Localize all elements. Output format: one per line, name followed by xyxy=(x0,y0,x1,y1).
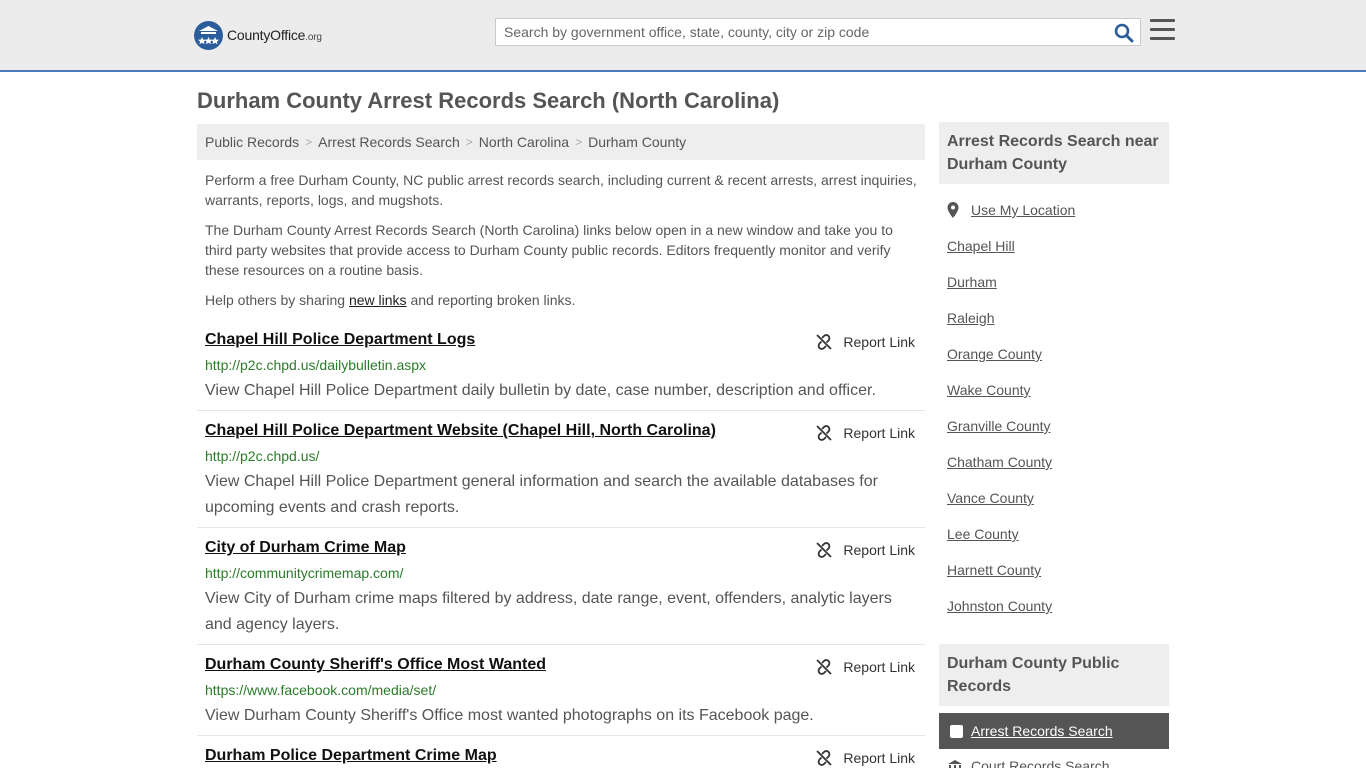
logo-icon xyxy=(194,20,223,50)
broken-link-icon xyxy=(816,659,833,675)
sidebar-item-arrest-records-search[interactable]: Arrest Records Search xyxy=(939,713,1169,749)
hamburger-menu-icon[interactable] xyxy=(1150,19,1175,42)
result-title-link[interactable]: Chapel Hill Police Department Logs xyxy=(205,331,475,349)
result-title-link[interactable]: City of Durham Crime Map xyxy=(205,539,406,557)
nearby-link-durham[interactable]: Durham xyxy=(947,274,997,290)
result-description: View Durham County Sheriff's Office most… xyxy=(205,707,814,724)
report-link-button[interactable]: Report Link xyxy=(815,424,915,442)
result-item: Durham Police Department Crime Map Repor… xyxy=(197,747,925,768)
intro-paragraph: Perform a free Durham County, NC public … xyxy=(205,172,917,208)
nearby-link-harnett-county[interactable]: Harnett County xyxy=(947,562,1041,578)
nearby-link-chatham-county[interactable]: Chatham County xyxy=(947,454,1052,470)
breadcrumb-separator-icon: > xyxy=(465,135,473,149)
nearby-link-granville-county[interactable]: Granville County xyxy=(947,418,1051,434)
report-link-button[interactable]: Report Link xyxy=(815,749,915,767)
report-link-button[interactable]: Report Link xyxy=(815,333,915,351)
result-description: View Chapel Hill Police Department daily… xyxy=(205,382,876,399)
site-header: CountyOffice.org xyxy=(0,0,1366,72)
result-url: http://communitycrimemap.com/ xyxy=(205,565,404,581)
breadcrumb-separator-icon: > xyxy=(305,135,313,149)
courthouse-icon xyxy=(948,760,962,768)
result-url: http://p2c.chpd.us/ xyxy=(205,448,320,464)
result-item: City of Durham Crime Map Report Link htt… xyxy=(197,539,925,645)
breadcrumb-north-carolina[interactable]: North Carolina xyxy=(479,134,569,150)
use-my-location-link[interactable]: Use My Location xyxy=(947,202,1075,218)
search-input[interactable] xyxy=(496,19,1096,45)
public-records-heading: Durham County Public Records xyxy=(939,644,1169,706)
result-title-link[interactable]: Durham County Sheriff's Office Most Want… xyxy=(205,656,546,674)
page-title: Durham County Arrest Records Search (Nor… xyxy=(197,88,780,113)
sharing-paragraph: Help others by sharing new links and rep… xyxy=(205,292,576,308)
result-description: View Chapel Hill Police Department gener… xyxy=(205,473,878,516)
broken-link-icon xyxy=(816,425,833,441)
nearby-link-vance-county[interactable]: Vance County xyxy=(947,490,1034,506)
result-url: https://www.facebook.com/media/set/ xyxy=(205,682,437,698)
result-title-link[interactable]: Chapel Hill Police Department Website (C… xyxy=(205,422,716,440)
breadcrumb-durham-county[interactable]: Durham County xyxy=(588,134,686,150)
nearby-link-raleigh[interactable]: Raleigh xyxy=(947,310,994,326)
nearby-link-johnston-county[interactable]: Johnston County xyxy=(947,598,1052,614)
result-item: Chapel Hill Police Department Website (C… xyxy=(197,422,925,528)
breadcrumb-separator-icon: > xyxy=(575,135,583,149)
site-logo[interactable]: CountyOffice.org xyxy=(194,20,322,50)
checkbox-icon xyxy=(950,724,963,738)
result-item: Durham County Sheriff's Office Most Want… xyxy=(197,656,925,736)
report-link-button[interactable]: Report Link xyxy=(815,658,915,676)
result-description: View City of Durham crime maps filtered … xyxy=(205,590,892,633)
search-icon[interactable] xyxy=(1114,23,1134,43)
broken-link-icon xyxy=(816,334,833,350)
nearby-heading: Arrest Records Search near Durham County xyxy=(939,122,1169,184)
result-title-link[interactable]: Durham Police Department Crime Map xyxy=(205,747,497,765)
result-item: Chapel Hill Police Department Logs Repor… xyxy=(197,331,925,411)
broken-link-icon xyxy=(816,750,833,766)
result-url: http://p2c.chpd.us/dailybulletin.aspx xyxy=(205,357,427,373)
logo-text: CountyOffice.org xyxy=(227,27,322,43)
nearby-link-wake-county[interactable]: Wake County xyxy=(947,382,1031,398)
nearby-link-orange-county[interactable]: Orange County xyxy=(947,346,1042,362)
nearby-link-lee-county[interactable]: Lee County xyxy=(947,526,1019,542)
breadcrumb-arrest-records-search[interactable]: Arrest Records Search xyxy=(318,134,460,150)
broken-link-icon xyxy=(816,542,833,558)
location-pin-icon xyxy=(947,202,959,218)
nearby-link-chapel-hill[interactable]: Chapel Hill xyxy=(947,238,1015,254)
sidebar-item-court-records-search[interactable]: Court Records Search xyxy=(947,758,1110,768)
new-links-link[interactable]: new links xyxy=(349,292,407,308)
disclaimer-paragraph: The Durham County Arrest Records Search … xyxy=(205,222,893,278)
report-link-button[interactable]: Report Link xyxy=(815,541,915,559)
breadcrumb: Public Records > Arrest Records Search >… xyxy=(197,124,925,160)
breadcrumb-public-records[interactable]: Public Records xyxy=(205,134,299,150)
search-bar xyxy=(495,18,1141,46)
